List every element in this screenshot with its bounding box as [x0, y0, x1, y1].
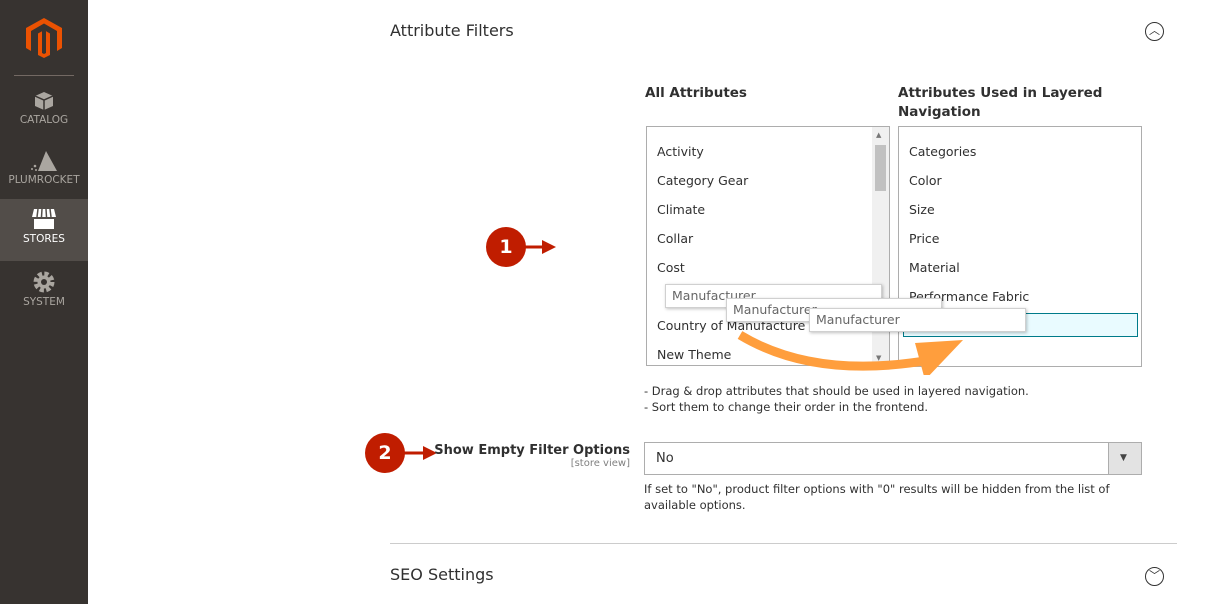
- scrollbar-thumb[interactable]: [875, 145, 886, 191]
- box-icon: [34, 92, 54, 110]
- list-item[interactable]: Material: [909, 260, 960, 275]
- sidebar-item-label: SYSTEM: [23, 296, 65, 308]
- store-icon: [32, 208, 56, 229]
- section-title-seo-settings[interactable]: SEO Settings: [390, 565, 494, 584]
- show-empty-select[interactable]: No ▼: [644, 442, 1142, 475]
- select-toggle[interactable]: ▼: [1108, 443, 1141, 474]
- note-line: - Drag & drop attributes that should be …: [644, 384, 1029, 398]
- section-title-attribute-filters[interactable]: Attribute Filters: [390, 21, 514, 40]
- admin-sidebar: CATALOG PLUMROCKET STORES SYSTEM: [0, 0, 88, 604]
- sidebar-item-stores[interactable]: STORES: [0, 199, 88, 261]
- scroll-up-icon[interactable]: ▲: [876, 131, 881, 139]
- drag-note: - Drag & drop attributes that should be …: [644, 383, 1029, 415]
- sidebar-item-label: CATALOG: [19, 114, 69, 126]
- select-value: No: [656, 451, 674, 466]
- sidebar-item-catalog[interactable]: CATALOG: [0, 82, 88, 144]
- collapse-icon[interactable]: ︿: [1145, 22, 1164, 41]
- show-empty-label-group: Show Empty Filter Options [store view]: [420, 443, 630, 469]
- annotation-arrow-icon: [525, 240, 556, 254]
- list-item[interactable]: Price: [909, 231, 940, 246]
- list-item[interactable]: New Theme: [657, 347, 731, 362]
- divider: [390, 543, 1177, 544]
- sidebar-item-plumrocket[interactable]: PLUMROCKET: [0, 142, 88, 204]
- list-item[interactable]: Collar: [657, 231, 693, 246]
- list-item[interactable]: Color: [909, 173, 942, 188]
- list-item[interactable]: Cost: [657, 260, 685, 275]
- list-item[interactable]: Category Gear: [657, 173, 748, 188]
- show-empty-label: Show Empty Filter Options: [434, 443, 630, 458]
- sidebar-item-label: STORES: [23, 233, 65, 245]
- divider: [14, 75, 74, 76]
- list-item[interactable]: Categories: [909, 144, 976, 159]
- note-line: - Sort them to change their order in the…: [644, 400, 929, 414]
- used-attributes-header: Attributes Used in Layered Navigation: [898, 85, 1103, 120]
- list-item[interactable]: Size: [909, 202, 935, 217]
- sidebar-item-label: PLUMROCKET: [8, 174, 80, 186]
- expand-icon[interactable]: ﹀: [1145, 567, 1164, 586]
- drag-arrow-icon: [737, 331, 963, 375]
- list-item[interactable]: Activity: [657, 144, 704, 159]
- chevron-down-icon: ▼: [1120, 453, 1127, 463]
- plumrocket-icon: [31, 151, 57, 171]
- show-empty-note: If set to "No", product filter options w…: [644, 482, 1110, 512]
- sidebar-item-system[interactable]: SYSTEM: [0, 262, 88, 324]
- annotation-badge-2: 2: [365, 433, 405, 473]
- list-item[interactable]: Climate: [657, 202, 705, 217]
- gear-icon: [33, 271, 55, 293]
- all-attributes-header: All Attributes: [645, 85, 747, 101]
- annotation-badge-1: 1: [486, 227, 526, 267]
- magento-logo[interactable]: [26, 18, 62, 58]
- scope-label: [store view]: [570, 458, 630, 469]
